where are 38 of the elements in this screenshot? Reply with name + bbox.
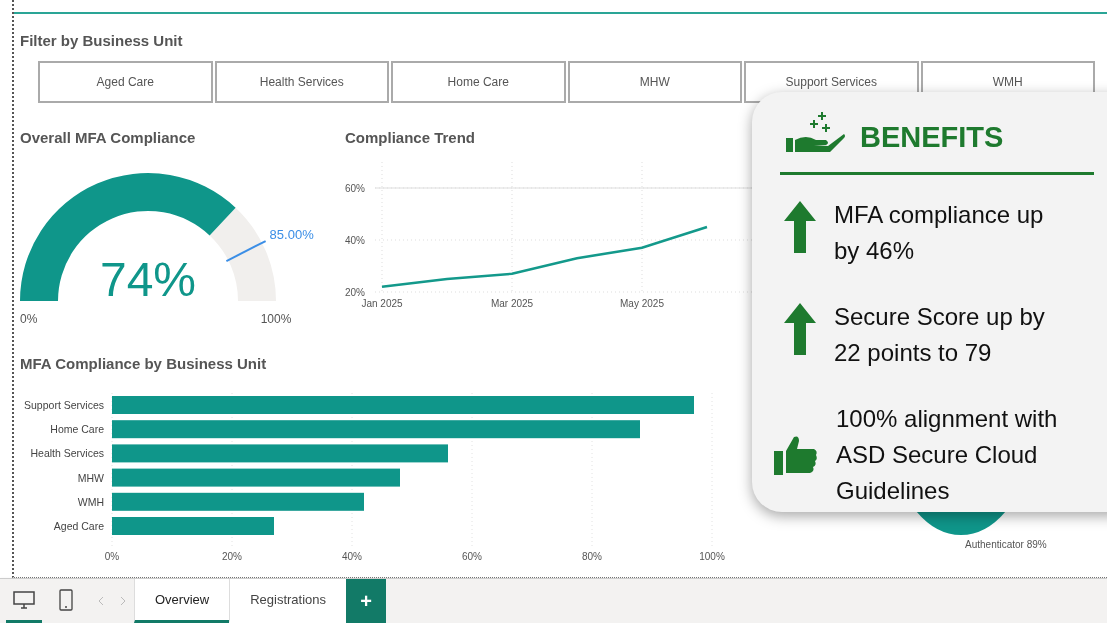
x-tick-label: 100% — [699, 550, 725, 562]
filter-button[interactable]: Aged Care — [38, 60, 213, 103]
add-page-button[interactable]: + — [346, 579, 387, 623]
category-label: Support Services — [24, 398, 104, 411]
x-tick-label: 40% — [342, 550, 362, 562]
benefit-text: MFA compliance up by 46% — [834, 200, 1045, 266]
gauge-value: 74% — [99, 253, 197, 306]
category-label: MHW — [77, 471, 104, 484]
donut-label: Authenticator 89% — [965, 538, 1047, 552]
section-title: MFA Compliance by Business Unit — [20, 354, 268, 374]
page-tab[interactable]: Registrations — [229, 579, 347, 623]
page-tab[interactable]: Overview — [134, 579, 230, 623]
x-tick-label: 60% — [462, 550, 482, 562]
gauge-max-label: 100% — [260, 312, 292, 326]
filter-button[interactable]: Health Services — [214, 60, 389, 103]
category-label: Home Care — [50, 422, 104, 435]
benefit-text: Secure Score up by 22 points to 79 — [834, 302, 1046, 368]
y-tick-label: 40% — [345, 235, 365, 246]
y-tick-label: 20% — [345, 287, 365, 298]
section-title: Filter by Business Unit — [20, 31, 184, 51]
target-value: 85.00% — [269, 227, 314, 243]
x-tick-label: Jan 2025 — [361, 298, 403, 309]
section-title: Compliance Trend — [345, 127, 477, 148]
category-label: Health Services — [30, 446, 104, 459]
section-title: Overall MFA Compliance — [20, 127, 197, 148]
x-tick-label: May 2025 — [620, 298, 664, 309]
x-tick-label: 0% — [104, 550, 120, 562]
x-tick-label: 80% — [582, 550, 602, 562]
category-label: Aged Care — [53, 519, 104, 532]
category-label: WMH — [77, 495, 104, 508]
filter-button[interactable]: Home Care — [391, 60, 566, 103]
y-tick-label: 60% — [345, 183, 365, 194]
gauge-min-label: 0% — [20, 312, 38, 326]
filter-button[interactable]: MHW — [567, 60, 742, 103]
card-title: BENEFITS — [860, 123, 1004, 152]
x-tick-label: Mar 2025 — [490, 298, 534, 309]
x-tick-label: 20% — [222, 550, 242, 562]
benefit-text: 100% alignment with ASD Secure Cloud Guidelines — [836, 404, 1059, 506]
